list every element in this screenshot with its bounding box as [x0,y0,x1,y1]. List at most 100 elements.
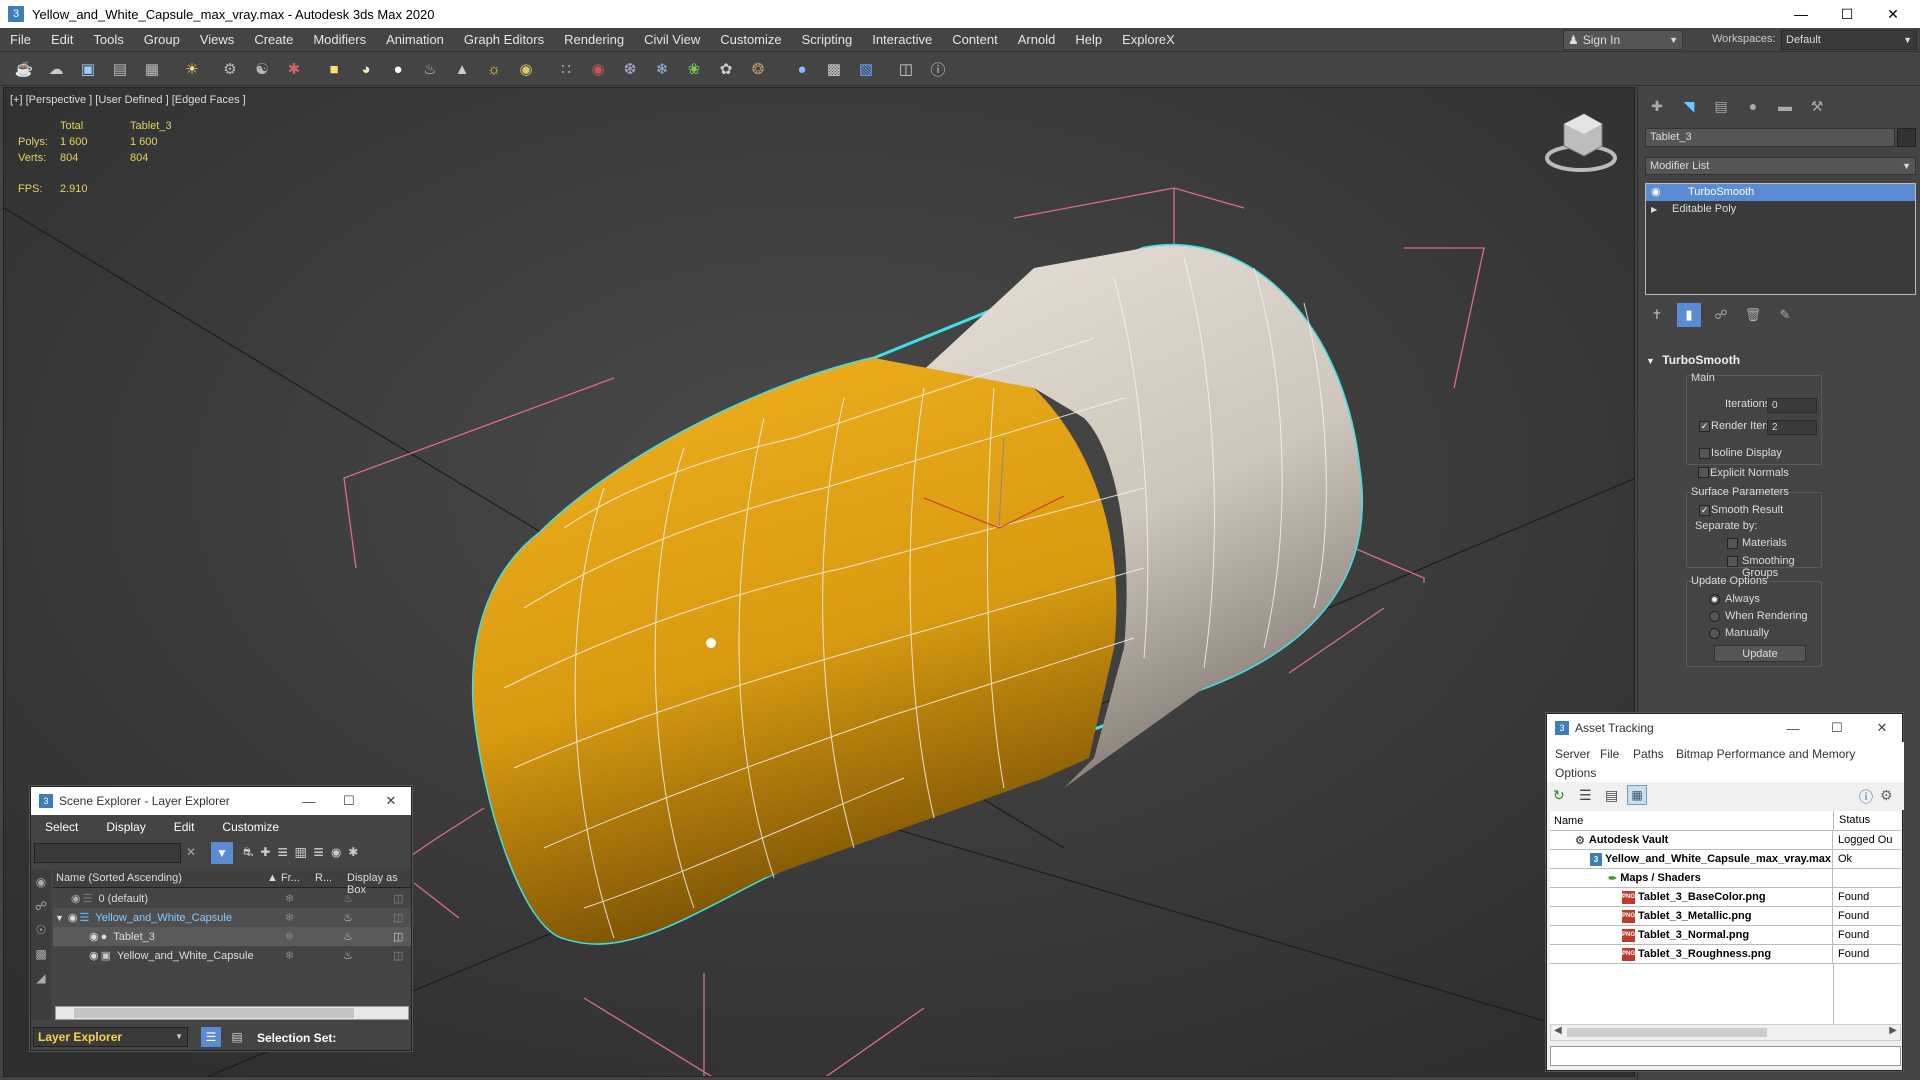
se-menu-edit[interactable]: Edit [160,820,209,834]
at-menu-bitmap[interactable]: Bitmap Performance and Memory [1676,747,1855,761]
eye-icon[interactable]: ◉ [89,949,99,962]
asset-row[interactable]: PNG Tablet_3_Normal.png Found [1550,925,1901,945]
frame-buffer-icon[interactable]: ▧ [854,57,878,81]
table-row[interactable]: ◉ ☰ 0 (default) ❄ ♨ ◫ [53,889,411,908]
at-menu-options[interactable]: Options [1555,766,1596,780]
horizontal-scrollbar[interactable]: ◀ ▶ [1550,1024,1901,1041]
menu-scripting[interactable]: Scripting [792,28,863,52]
decal-icon[interactable]: ❄ [650,57,674,81]
materials-checkbox[interactable] [1727,538,1738,549]
asset-tracking-titlebar[interactable]: 3 Asset Tracking — ☐ ✕ [1547,714,1902,742]
menu-group[interactable]: Group [134,28,190,52]
render-iters-checkbox[interactable]: ✓ [1699,421,1710,432]
fur-icon[interactable]: ❆ [618,57,642,81]
menu-views[interactable]: Views [190,28,244,52]
expand-arrow-icon[interactable]: ▼ [55,913,64,923]
table-view-icon[interactable]: ▦ [1627,785,1647,805]
asset-row[interactable]: 3 Yellow_and_White_Capsule_max_vray.max O… [1550,849,1901,869]
menu-content[interactable]: Content [942,28,1008,52]
se-menu-display[interactable]: Display [92,820,159,834]
modify-tab-icon[interactable]: ◥ [1676,95,1702,117]
grid-icon[interactable]: ▦ [140,57,164,81]
eye-icon[interactable]: ◉ [89,930,99,943]
rendered-frame-icon[interactable]: ▤ [108,57,132,81]
object-name-input[interactable]: Tablet_3 [1645,128,1895,147]
helper-filter-icon[interactable]: ◢ [31,966,51,990]
scroll-left-icon[interactable]: ◀ [1554,1025,1562,1036]
menu-modifiers[interactable]: Modifiers [303,28,376,52]
menu-file[interactable]: File [0,28,41,52]
list-view-icon[interactable]: ☰ [1579,787,1592,804]
minimize-icon[interactable]: — [289,787,329,815]
asset-path-field[interactable] [1550,1046,1901,1066]
column-status[interactable]: Status [1833,811,1870,830]
isoline-display-checkbox[interactable] [1699,448,1710,459]
layer-tools-icons[interactable]: ⛐✚☰▦☰◉✱ [243,845,365,861]
smooth-result-checkbox[interactable]: ✓ [1699,505,1710,516]
particle-icon[interactable]: ✱ [282,57,306,81]
asset-row[interactable]: PNG Tablet_3_Roughness.png Found [1550,944,1901,964]
menu-explorex[interactable]: ExploreX [1112,28,1185,52]
eye-icon[interactable]: ◉ [71,892,81,905]
close-icon[interactable]: ✕ [371,787,411,815]
se-menu-customize[interactable]: Customize [208,820,293,834]
thumbnail-view-icon[interactable]: ▤ [1605,787,1618,804]
se-menu-select[interactable]: Select [31,820,92,834]
clear-search-icon[interactable]: ✕ [186,845,196,859]
stack-item-editable-poly[interactable]: ▶ Editable Poly [1646,201,1915,218]
layer-explorer-dropdown[interactable]: Layer Explorer ▼ [33,1027,188,1047]
sign-in-dropdown[interactable]: ♟ Sign In ▼ [1563,30,1683,50]
table-row[interactable]: ▼ ◉ ☰ Yellow_and_White_Capsule ❄ ♨ ◫ [53,908,411,927]
teapot-icon[interactable]: ☕ [12,57,36,81]
render-teapot-icon[interactable]: ♨ [343,930,353,943]
maximize-icon[interactable]: ☐ [1817,714,1857,742]
freeze-icon[interactable]: ❄ [285,930,294,943]
render-teapot-icon[interactable]: ♨ [343,949,353,962]
freeze-icon[interactable]: ❄ [285,949,294,962]
pin-stack-icon[interactable]: ✝ [1645,303,1669,327]
asset-row[interactable]: PNG Tablet_3_BaseColor.png Found [1550,887,1901,907]
turbosmooth-rollout-header[interactable]: ▼ TurboSmooth [1646,353,1740,367]
sun-icon[interactable]: ☼ [482,57,506,81]
filter-icon[interactable]: ▼ [211,842,233,864]
remove-modifier-icon[interactable]: 🗑 [1741,303,1765,327]
horizontal-scrollbar[interactable] [55,1006,409,1020]
column-render[interactable]: R... [315,872,332,884]
render-teapot-icon[interactable]: ♨ [343,911,353,924]
box-display-icon[interactable]: ◫ [393,911,403,924]
asset-row[interactable]: PNG Tablet_3_Metallic.png Found [1550,906,1901,926]
scatter-icon[interactable]: ∷ [554,57,578,81]
hierarchy-toggle-icon[interactable]: ▤ [227,1027,247,1047]
space-warp-icon[interactable]: ☯ [250,57,274,81]
viewport-label[interactable]: [+] [Perspective ] [User Defined ] [Edge… [10,94,246,106]
column-name[interactable]: Name (Sorted Ascending) [56,872,182,884]
menu-create[interactable]: Create [244,28,303,52]
eye-icon[interactable]: ◉ [68,911,78,924]
modifier-list-dropdown[interactable]: Modifier List ▼ [1645,157,1916,175]
scrollbar-thumb[interactable] [74,1008,354,1018]
manually-radio[interactable] [1709,628,1720,639]
make-unique-icon[interactable]: ☍ [1709,303,1733,327]
teapot-primitive-icon[interactable]: ♨ [418,57,442,81]
proxy-icon[interactable]: ◉ [586,57,610,81]
layers-toggle-icon[interactable]: ☰ [201,1027,221,1047]
box-display-icon[interactable]: ◫ [393,892,403,905]
close-icon[interactable]: ✕ [1862,714,1902,742]
grass-icon[interactable]: ❀ [682,57,706,81]
menu-customize[interactable]: Customize [710,28,791,52]
scene-explorer-titlebar[interactable]: 3 Scene Explorer - Layer Explorer — ☐ ✕ [31,787,411,815]
scene-search-input[interactable] [34,843,181,863]
table-row[interactable]: ◉ ● Tablet_3 ❄ ♨ ◫ [53,927,411,946]
asset-row[interactable]: ⚙ Autodesk Vault Logged Ou [1550,830,1901,850]
menu-civil-view[interactable]: Civil View [634,28,710,52]
create-tab-icon[interactable]: ✚ [1644,95,1670,117]
menu-tools[interactable]: Tools [83,28,133,52]
sphere-icon[interactable]: ● [386,57,410,81]
when-rendering-radio[interactable] [1709,611,1720,622]
maximize-icon[interactable]: ☐ [1824,0,1870,28]
at-menu-paths[interactable]: Paths [1633,747,1664,761]
menu-edit[interactable]: Edit [41,28,83,52]
object-color-swatch[interactable] [1897,128,1916,147]
light-filter-icon[interactable]: ☉ [31,918,51,942]
help-icon[interactable]: ⓘ [926,57,950,81]
